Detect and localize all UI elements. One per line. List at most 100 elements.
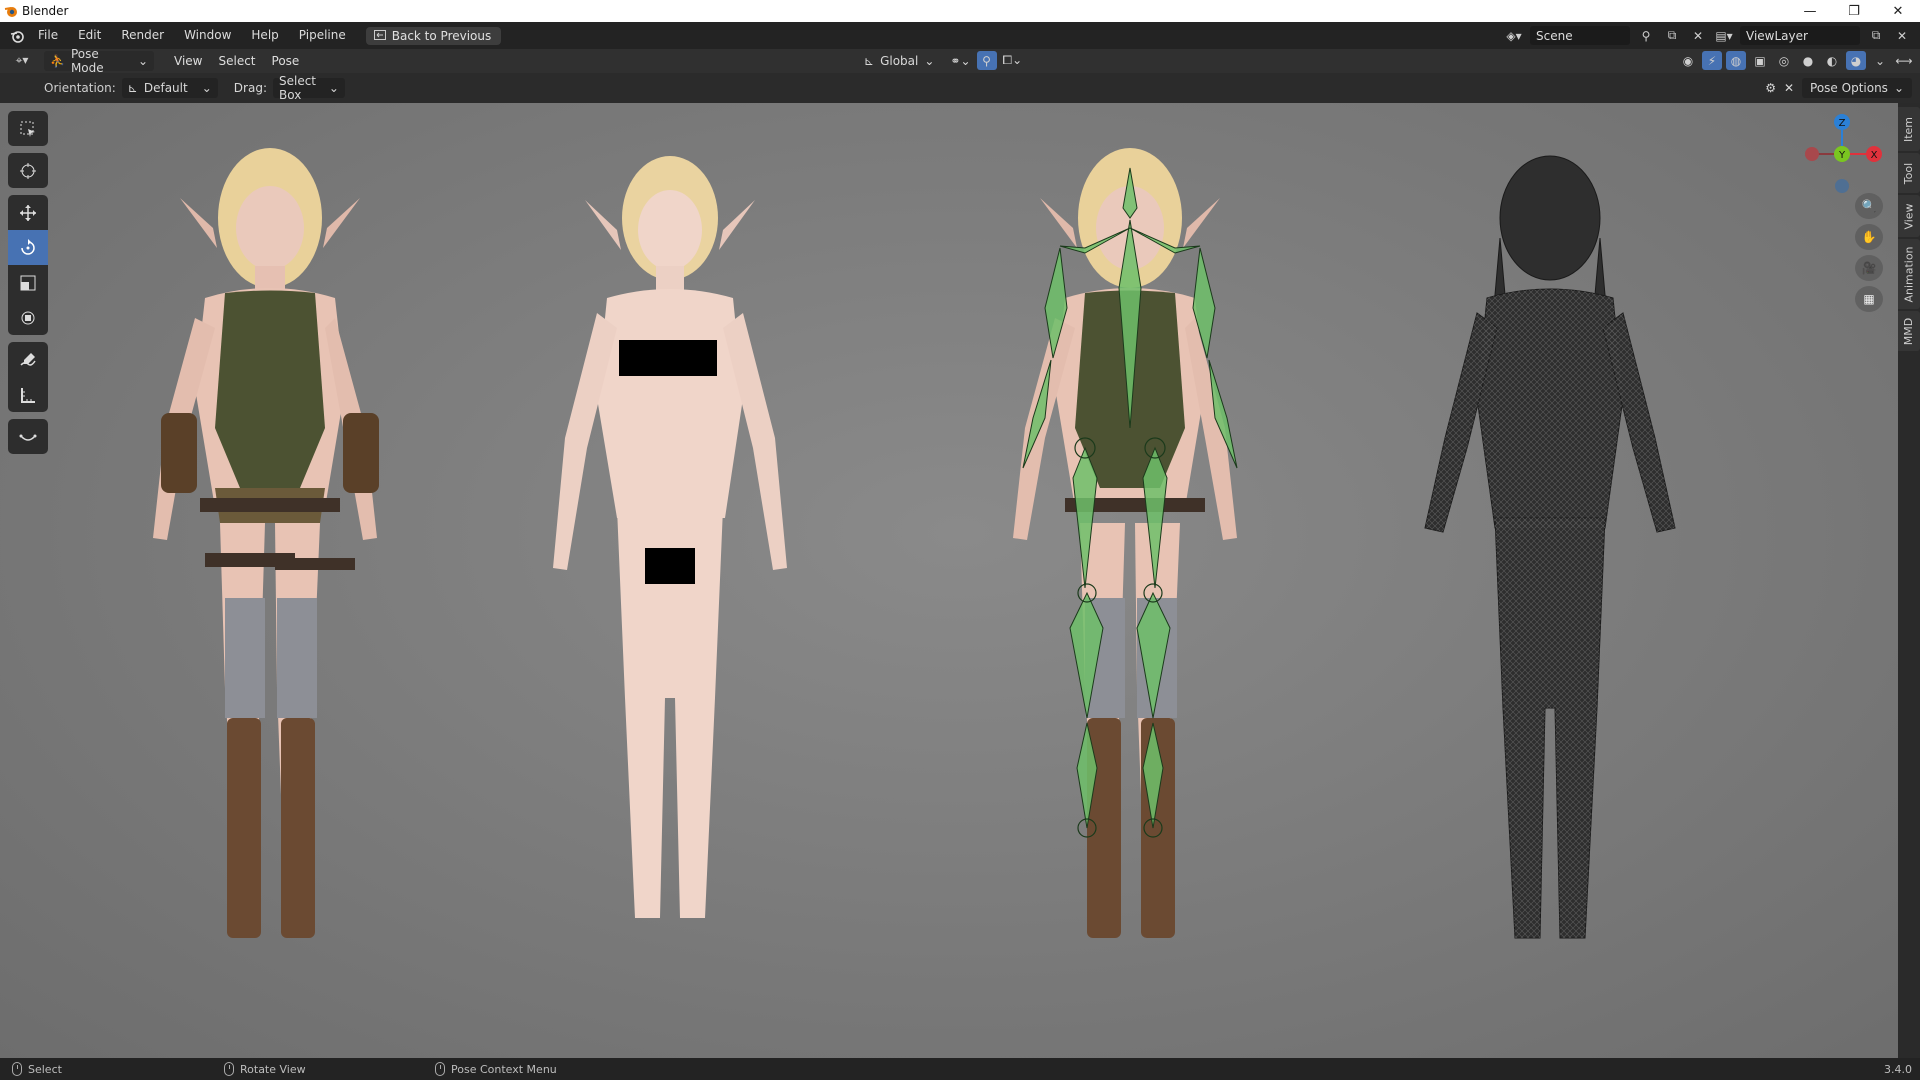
measure-icon[interactable] [8,377,48,412]
censor-bar-groin [645,548,695,584]
snap-target-icon[interactable]: ⧠⌄ [1003,53,1023,68]
gizmo-neg-z-axis[interactable] [1835,179,1849,193]
gizmo-neg-x-axis[interactable] [1805,147,1819,161]
drag-dropdown[interactable]: Select Box ⌄ [272,74,345,102]
scene-type-icon[interactable]: ◈▾ [1504,26,1524,45]
mouse-right-icon [435,1062,445,1076]
menu-help[interactable]: Help [241,22,288,49]
status-select: Select [12,1062,62,1076]
shading-options-icon[interactable]: ⌄ [1870,51,1890,70]
new-scene-icon[interactable]: ⧉ [1662,26,1682,45]
tab-view[interactable]: View [1898,195,1920,237]
material-shading-icon[interactable]: ◐ [1822,51,1842,70]
tool-settings-bar: Orientation: ⊾ Default ⌄ Drag: Select Bo… [0,73,1920,103]
blender-menu-icon[interactable] [6,29,28,43]
back-to-previous-button[interactable]: Back to Previous [365,26,502,45]
zoom-icon[interactable]: 🔍 [1855,193,1883,219]
mouse-left-icon [12,1062,22,1076]
tab-mmd[interactable]: MMD [1898,311,1920,351]
pin-icon[interactable]: ⚲ [1636,26,1656,45]
view-layer-field[interactable]: ViewLayer [1740,26,1860,45]
delete-scene-icon[interactable]: ✕ [1688,26,1708,45]
wireframe-shading-icon[interactable]: ◎ [1774,51,1794,70]
chevron-down-icon: ⌄ [328,81,339,95]
character-wireframe-render[interactable] [1405,148,1695,958]
gizmo-toggle-icon[interactable]: ⚡ [1702,51,1722,70]
camera-view-icon[interactable]: 🎥 [1855,255,1883,281]
3d-viewport[interactable]: Z Y X 🔍 ✋ 🎥 ▦ Item Tool View Animation M… [0,103,1920,1058]
gizmo-y-label: Y [1838,150,1846,161]
censor-bar-chest [619,340,717,376]
tab-tool-label: Tool [1902,162,1916,184]
tab-animation[interactable]: Animation [1898,239,1920,309]
view-layer-name: ViewLayer [1746,28,1808,43]
viewport-header: ⌖▾ ⛹ Pose Mode ⌄ View Select Pose ⊾ Glob… [0,47,1920,75]
status-pose-context-menu: Pose Context Menu [435,1062,557,1076]
gizmo-z-label: Z [1839,118,1846,129]
window-title-bar: Blender — ❐ ✕ [0,0,1920,22]
transform-icon[interactable] [8,300,48,335]
character-clothed-render[interactable] [125,128,415,958]
tab-tool[interactable]: Tool [1898,153,1920,193]
menu-file[interactable]: File [28,22,68,49]
scale-icon[interactable] [8,265,48,300]
visibility-icon[interactable]: ◉ [1678,51,1698,70]
minimize-icon[interactable]: — [1788,0,1832,22]
menu-edit[interactable]: Edit [68,22,111,49]
character-with-armature-render[interactable] [985,128,1275,958]
tool-settings-icon[interactable]: ⚙ [1765,81,1776,95]
restore-icon[interactable]: ❐ [1832,0,1876,22]
editor-type-icon[interactable]: ⌖▾ [12,51,32,70]
tool-shelf [8,111,48,461]
chevron-down-icon: ⌄ [137,54,148,68]
delete-view-layer-icon[interactable]: ✕ [1892,26,1912,45]
perspective-grid-icon[interactable]: ▦ [1855,286,1883,312]
snap-icon[interactable]: ⚲ [976,51,997,70]
mode-label: Pose Mode [70,47,104,75]
blender-version: 3.4.0 [1884,1062,1912,1076]
drag-label: Drag: [233,81,267,95]
gizmo-x-label: X [1871,150,1878,161]
orientation-dropdown[interactable]: ⊾ Default ⌄ [121,78,218,98]
select-box-icon[interactable] [8,111,48,146]
close-icon[interactable]: ✕ [1784,81,1794,95]
status-pose-context-label: Pose Context Menu [451,1062,557,1076]
close-icon[interactable]: ✕ [1876,0,1920,22]
menu-view[interactable]: View [166,54,210,68]
pose-options-dropdown[interactable]: Pose Options ⌄ [1802,78,1912,98]
tab-item[interactable]: Item [1898,107,1920,151]
back-to-previous-label: Back to Previous [391,28,492,43]
xray-icon[interactable]: ▣ [1750,51,1770,70]
new-view-layer-icon[interactable]: ⧉ [1866,26,1886,45]
scene-name: Scene [1536,28,1573,43]
pivot-icon[interactable]: ⚭⌄ [950,54,970,68]
menu-window[interactable]: Window [174,22,241,49]
menu-render[interactable]: Render [111,22,174,49]
move-icon[interactable] [8,195,48,230]
cursor-icon[interactable] [8,153,48,188]
menu-select[interactable]: Select [210,54,263,68]
pan-hand-icon[interactable]: ✋ [1855,224,1883,250]
orientation-label: Orientation: [44,81,116,95]
tab-view-label: View [1902,202,1916,230]
annotate-icon[interactable] [8,342,48,377]
orientation-icon: ⊾ [127,81,138,95]
solid-shading-icon[interactable]: ● [1798,51,1818,70]
navigation-gizmo[interactable]: Z Y X [1794,108,1890,198]
top-bar: File Edit Render Window Help Pipeline Ba… [0,22,1920,49]
rendered-shading-icon[interactable]: ◕ [1846,51,1866,70]
bone-roll-icon[interactable] [8,419,48,454]
orientation-icon[interactable]: ⊾ [864,54,874,68]
tab-mmd-label: MMD [1902,317,1916,345]
transform-orientation-dropdown[interactable]: Global [880,54,918,68]
overlay-icon[interactable]: ◍ [1726,51,1746,70]
view-layer-type-icon[interactable]: ▤▾ [1714,26,1734,45]
menu-pipeline[interactable]: Pipeline [289,22,356,49]
rotate-icon[interactable] [8,230,48,265]
sidebar-toggle-icon[interactable]: ⟷ [1894,51,1914,70]
scene-field[interactable]: Scene [1530,26,1630,45]
pose-options-label: Pose Options [1810,81,1888,95]
menu-pose[interactable]: Pose [264,54,308,68]
pose-mode-icon: ⛹ [50,54,65,68]
mode-dropdown[interactable]: ⛹ Pose Mode ⌄ [44,47,154,75]
